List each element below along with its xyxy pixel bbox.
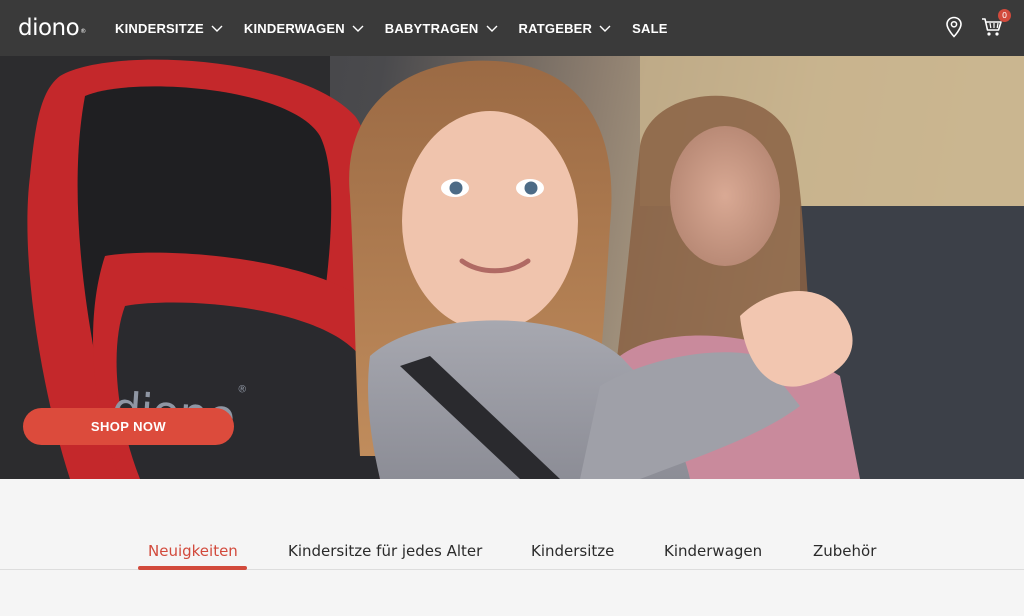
nav-item-label: SALE	[632, 20, 668, 36]
logo-registered-mark: ®	[80, 28, 86, 35]
nav-item-label: KINDERSITZE	[115, 20, 204, 36]
chevron-down-icon	[599, 25, 611, 32]
nav-item-sale[interactable]: SALE	[632, 21, 667, 36]
main-nav: KINDERSITZE KINDERWAGEN BABYTRAGEN RATGE…	[115, 0, 688, 56]
nav-item-kinderwagen[interactable]: KINDERWAGEN	[244, 21, 365, 36]
active-tab-indicator	[138, 566, 247, 570]
store-locator-button[interactable]	[940, 12, 968, 42]
nav-item-label: RATGEBER	[518, 20, 593, 36]
nav-item-babytragen[interactable]: BABYTRAGEN	[385, 21, 499, 36]
nav-item-kindersitze[interactable]: KINDERSITZE	[115, 21, 224, 36]
nav-item-label: KINDERWAGEN	[243, 20, 345, 36]
cart-button[interactable]: 0	[978, 9, 1011, 42]
cart-count-badge: 0	[998, 9, 1011, 22]
tab-kindersitze[interactable]: Kindersitze	[531, 542, 614, 560]
header-icons: 0	[940, 9, 1011, 42]
chevron-down-icon	[486, 25, 498, 32]
car-seat-logo-mark: ®	[236, 384, 247, 396]
tab-zubehoer[interactable]: Zubehör	[813, 542, 876, 560]
logo-text: diono	[18, 15, 80, 41]
tab-kinderwagen[interactable]: Kinderwagen	[664, 542, 762, 560]
hero-banner: diono® SHOP NOW	[0, 56, 1024, 479]
category-tabs-section: Neuigkeiten Kindersitze für jedes Alter …	[0, 479, 1024, 616]
nav-item-ratgeber[interactable]: RATGEBER	[519, 21, 613, 36]
site-header: diono® KINDERSITZE KINDERWAGEN BABYTRAGE…	[0, 0, 1024, 56]
diono-logo[interactable]: diono®	[18, 13, 86, 43]
chevron-down-icon	[211, 25, 223, 32]
tab-neuigkeiten[interactable]: Neuigkeiten	[148, 542, 238, 560]
nav-item-label: BABYTRAGEN	[384, 20, 479, 36]
location-pin-icon	[946, 16, 962, 38]
tab-kindersitze-fuer-jedes-alter[interactable]: Kindersitze für jedes Alter	[288, 542, 482, 560]
chevron-down-icon	[352, 25, 364, 32]
shop-now-button[interactable]: SHOP NOW	[23, 408, 234, 445]
